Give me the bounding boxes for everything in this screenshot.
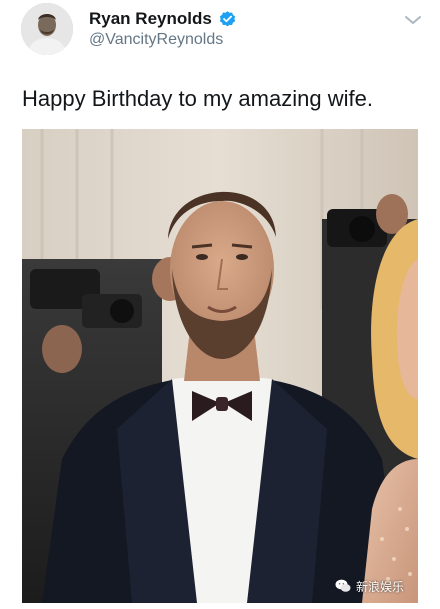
tweet-card: Ryan Reynolds @VancityReynolds Happy Bir…: [0, 0, 440, 609]
tweet-photo[interactable]: 新浪娱乐: [22, 129, 418, 603]
avatar[interactable]: [21, 3, 73, 55]
watermark-text: 新浪娱乐: [355, 579, 404, 594]
photo-icon: [22, 129, 418, 603]
verified-badge-icon: [219, 11, 236, 27]
wechat-icon: [335, 579, 351, 592]
tweet-text: Happy Birthday to my amazing wife.: [22, 86, 373, 111]
display-name[interactable]: Ryan Reynolds: [89, 9, 212, 29]
chevron-down-icon[interactable]: [402, 12, 424, 28]
profile-photo-icon: [21, 3, 73, 55]
watermark: 新浪娱乐: [334, 577, 404, 595]
user-handle[interactable]: @VancityReynolds: [89, 31, 223, 49]
